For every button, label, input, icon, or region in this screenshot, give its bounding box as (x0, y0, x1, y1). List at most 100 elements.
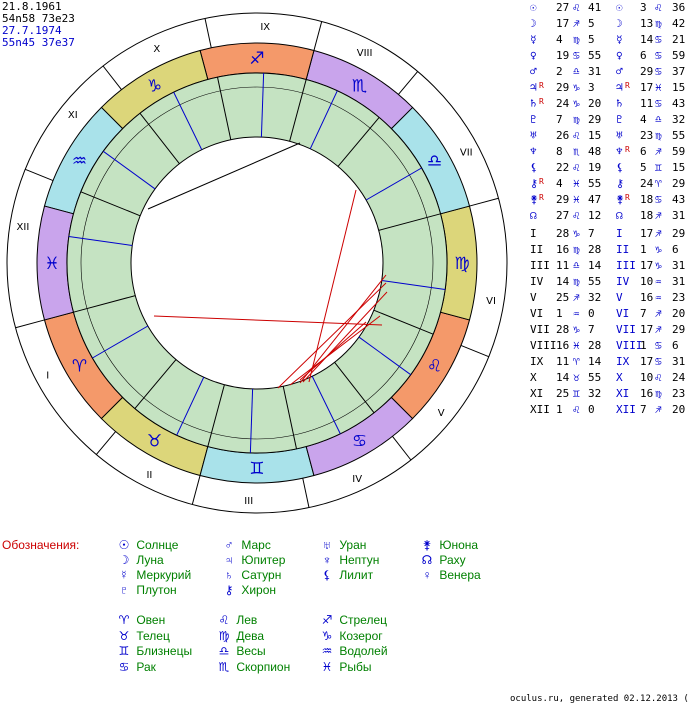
degree: 5 (640, 161, 647, 174)
minutes: 43 (672, 97, 686, 110)
planet-glyph: ♇ (530, 113, 537, 126)
sign-glyph: ♍ (573, 33, 580, 46)
sign-glyph: ♊ (573, 387, 580, 400)
minutes: 59 (672, 49, 686, 62)
minutes: 20 (588, 97, 602, 110)
sign-glyph: ♈ (72, 357, 87, 377)
sign-glyph: ♏ (573, 145, 580, 158)
degree: 4 (556, 177, 563, 190)
sign-glyph: ♋ (573, 49, 580, 62)
degree: 24 (556, 97, 570, 110)
minutes: 31 (672, 275, 686, 288)
minutes: 23 (672, 387, 686, 400)
house-number-outer: III (244, 496, 253, 507)
legend-planet-item: ♄ Сатурн (220, 568, 282, 582)
legend-sign-glyph: ♍ (218, 628, 230, 643)
degree: 29 (556, 193, 570, 206)
legend-planet-glyph: ♀ (422, 568, 432, 582)
legend-planet-glyph: ⚷ (224, 583, 234, 597)
legend-planet-glyph: ♅ (322, 538, 332, 552)
house-number-outer: I (46, 370, 49, 381)
planet-glyph: ☊ (530, 209, 537, 222)
sign-glyph: ♉ (573, 371, 580, 384)
sign-glyph: ♐ (655, 209, 662, 222)
planet-glyph: ☉ (530, 1, 537, 14)
legend-planet-label: Нептун (336, 553, 380, 567)
minutes: 55 (672, 129, 686, 142)
sign-glyph: ♐ (573, 291, 580, 304)
legend-sign-glyph: ♑ (321, 628, 333, 643)
degree: 14 (640, 33, 654, 46)
minutes: 0 (588, 403, 595, 416)
house-number: V (616, 291, 623, 304)
degree: 10 (640, 371, 654, 384)
legend-sign-item: ♎ Весы (215, 644, 266, 658)
degree: 7 (640, 403, 647, 416)
minutes: 29 (588, 113, 602, 126)
legend-planet-glyph: ☿ (119, 568, 129, 582)
minutes: 29 (672, 227, 686, 240)
minutes: 23 (672, 291, 686, 304)
legend-sign-glyph: ♉ (118, 628, 130, 643)
degree: 16 (556, 243, 570, 256)
legend-planet-glyph: ♂ (224, 538, 234, 552)
sign-glyph: ♎ (655, 113, 662, 126)
sign-glyph: ♎ (573, 259, 580, 272)
degree: 22 (556, 161, 570, 174)
sign-glyph: ♋ (655, 355, 662, 368)
planet-glyph: ♄ (530, 97, 537, 110)
house-number: XI (616, 387, 630, 400)
minutes: 28 (588, 243, 602, 256)
degree: 16 (640, 387, 654, 400)
natal-chart-wheel: ♈♉♊♋♌♍♎♏♐♑♒♓IIIIIIIVVVIVIIVIIIIXXXIXII (6, 12, 508, 514)
house-number-outer: V (438, 408, 445, 419)
sign-glyph: ♍ (655, 129, 662, 142)
degree: 1 (640, 243, 647, 256)
degree: 17 (640, 81, 654, 94)
legend-planet-label: Хирон (238, 583, 277, 597)
minutes: 20 (672, 403, 686, 416)
legend-sign-label: Козерог (336, 628, 383, 643)
sign-glyph: ♋ (655, 97, 662, 110)
legend-sign-glyph: ♊ (118, 644, 130, 658)
sign-glyph: ♎ (427, 152, 442, 172)
legend-sign-item: ♌ Лев (215, 613, 258, 627)
legend-sign-label: Весы (233, 644, 266, 658)
minutes: 41 (588, 1, 602, 14)
planet-glyph: ⚵ (616, 193, 625, 206)
legend-planet-label: Юнона (436, 538, 479, 552)
minutes: 31 (672, 209, 686, 222)
sign-glyph: ♓ (573, 193, 580, 206)
sign-glyph: ♓ (573, 177, 580, 190)
sign-glyph: ♈ (655, 177, 662, 190)
legend-planet-item: ☊ Раху (418, 553, 466, 567)
legend-sign-label: Овен (133, 613, 166, 627)
minutes: 47 (588, 193, 602, 206)
legend-sign-glyph: ♋ (118, 659, 130, 674)
planet-glyph: ♇ (616, 113, 623, 126)
sign-glyph: ♈ (573, 355, 580, 368)
legend-planet-glyph: ⚸ (322, 568, 332, 582)
degree: 23 (640, 129, 654, 142)
sign-glyph: ♐ (249, 49, 264, 69)
planet-glyph: ♃ (530, 81, 537, 94)
minutes: 7 (588, 323, 595, 336)
degree: 28 (556, 323, 570, 336)
degree: 4 (556, 33, 563, 46)
sign-glyph: ♍ (573, 243, 580, 256)
retrograde-mark: R (539, 81, 544, 90)
legend-sign-label: Стрелец (336, 613, 387, 627)
degree: 24 (640, 177, 654, 190)
house-number: VI (616, 307, 630, 320)
planet-glyph: ☉ (616, 1, 623, 14)
legend-sign-label: Близнецы (133, 644, 193, 658)
house-number: I (616, 227, 623, 240)
degree: 17 (640, 259, 654, 272)
retrograde-mark: R (539, 193, 544, 202)
sign-glyph: ♒ (72, 152, 87, 172)
house-number-outer: VIII (357, 48, 373, 59)
house-number: IX (616, 355, 630, 368)
legend-sign-glyph: ♏ (218, 659, 230, 674)
house-number: II (530, 243, 544, 256)
sign-glyph: ♌ (655, 1, 662, 14)
